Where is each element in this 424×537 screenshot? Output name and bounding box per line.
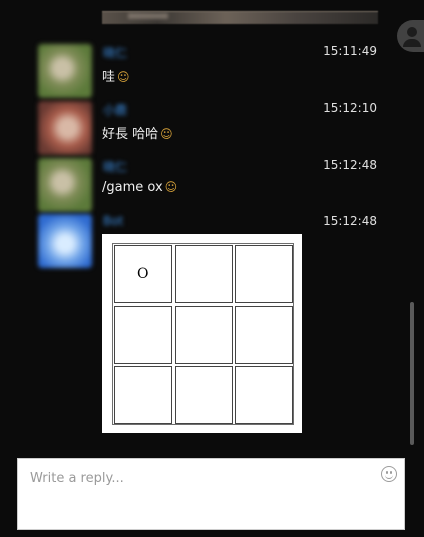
- board-cell[interactable]: [175, 245, 233, 303]
- message-timestamp: 15:12:48: [323, 214, 377, 228]
- message-timestamp: 15:11:49: [323, 44, 377, 58]
- board-cell[interactable]: [114, 366, 172, 424]
- board-cell[interactable]: [114, 306, 172, 364]
- message-timestamp: 15:12:48: [323, 158, 377, 172]
- emoji-picker-icon[interactable]: [381, 466, 397, 482]
- previous-message-image[interactable]: [102, 11, 378, 24]
- user-silhouette-body: [403, 39, 421, 47]
- user-avatar-button[interactable]: [397, 20, 424, 52]
- message-text: /game ox ☺: [102, 180, 177, 195]
- board-cell[interactable]: [175, 366, 233, 424]
- reply-input[interactable]: [30, 466, 370, 490]
- message-text: 好長 哈哈 ☺: [102, 123, 173, 142]
- tic-tac-toe-board: O: [112, 243, 294, 425]
- message-text-content: 好長 哈哈: [102, 127, 159, 142]
- board-cell[interactable]: O: [114, 245, 172, 303]
- sender-avatar[interactable]: [38, 214, 92, 268]
- reply-box: [17, 458, 405, 530]
- message-text: 哇 ☺: [102, 66, 130, 85]
- sender-name[interactable]: 晓仁: [103, 158, 127, 175]
- message-text-content: 哇: [102, 70, 116, 85]
- user-silhouette-icon: [407, 27, 417, 37]
- sender-name[interactable]: Bot: [103, 214, 123, 228]
- chat-scrollbar[interactable]: [410, 302, 414, 445]
- smiley-icon: ☺: [164, 180, 178, 194]
- board-cell[interactable]: [175, 306, 233, 364]
- smiley-icon: ☺: [160, 127, 173, 141]
- sender-avatar[interactable]: [38, 44, 92, 98]
- smiley-icon: ☺: [117, 70, 130, 84]
- sender-avatar[interactable]: [38, 158, 92, 212]
- board-cell[interactable]: [235, 245, 293, 303]
- message-text-content: /game ox: [102, 180, 163, 195]
- board-cell[interactable]: [235, 306, 293, 364]
- tic-tac-toe-card: O: [102, 234, 302, 433]
- sender-avatar[interactable]: [38, 101, 92, 155]
- cell-mark: O: [137, 266, 149, 282]
- board-cell[interactable]: [235, 366, 293, 424]
- sender-name[interactable]: 晓仁: [103, 44, 127, 61]
- sender-name[interactable]: 小鹿: [103, 101, 127, 118]
- emoji-picker-mouth: [385, 474, 393, 479]
- message-timestamp: 15:12:10: [323, 101, 377, 115]
